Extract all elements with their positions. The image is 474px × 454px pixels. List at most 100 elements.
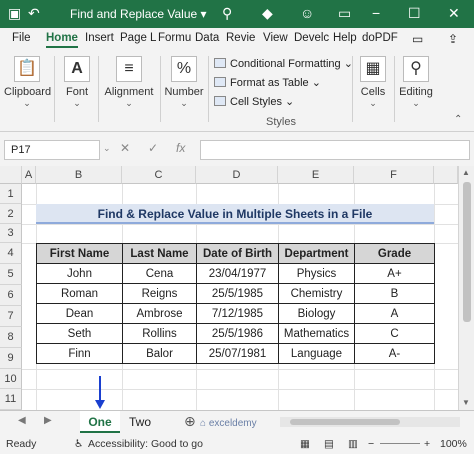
table-cell[interactable]: Physics [278, 263, 355, 284]
row-header-2[interactable]: 2 [0, 204, 22, 224]
table-cell[interactable]: Cena [122, 263, 197, 284]
next-sheet-icon[interactable]: ▶ [44, 415, 52, 426]
save-icon[interactable]: ▣ [8, 5, 21, 22]
share-icon[interactable]: ⇪ [448, 32, 458, 46]
table-cell[interactable]: Biology [278, 303, 355, 324]
editing-group[interactable]: ⚲ Editing ⌄ [398, 54, 434, 109]
table-cell[interactable]: Rollins [122, 323, 197, 344]
formula-input[interactable] [200, 140, 470, 160]
scroll-down-icon[interactable]: ▼ [462, 398, 470, 407]
row-header-1[interactable]: 1 [0, 184, 22, 204]
tab-data[interactable]: Data [195, 32, 219, 44]
format-as-table-button[interactable]: Format as Table ⌄ [214, 76, 321, 89]
worksheet-grid[interactable]: A B C D E F 1 2 3 4 5 6 7 8 9 10 11 Find… [0, 166, 458, 410]
column-header-e[interactable]: E [278, 166, 354, 184]
prev-sheet-icon[interactable]: ◀ [18, 415, 26, 426]
conditional-formatting-button[interactable]: Conditional Formatting ⌄ [214, 57, 353, 70]
comments-icon[interactable]: ▭ [412, 32, 423, 46]
header-department[interactable]: Department [278, 243, 355, 264]
vertical-scroll-thumb[interactable] [463, 182, 471, 322]
tab-home[interactable]: Home [46, 32, 78, 48]
table-cell[interactable]: John [36, 263, 123, 284]
page-layout-view-icon[interactable]: ▤ [324, 438, 334, 450]
page-break-view-icon[interactable]: ▥ [348, 438, 358, 450]
tab-page-layout[interactable]: Page L [120, 32, 156, 44]
table-cell[interactable]: B [354, 283, 435, 304]
zoom-slider[interactable] [380, 443, 420, 444]
fx-icon[interactable]: fx [176, 141, 185, 155]
vertical-scrollbar[interactable]: ▲ ▼ [458, 166, 474, 410]
table-cell[interactable]: 25/5/1986 [196, 323, 279, 344]
column-header-a[interactable]: A [22, 166, 36, 184]
header-last-name[interactable]: Last Name [122, 243, 197, 264]
number-group[interactable]: % Number ⌄ [164, 54, 204, 109]
tab-developer[interactable]: Develc [294, 32, 329, 44]
column-header-d[interactable]: D [196, 166, 278, 184]
name-box[interactable]: P17 [4, 140, 100, 160]
tab-help[interactable]: Help [333, 32, 357, 44]
table-cell[interactable]: A+ [354, 263, 435, 284]
add-sheet-icon[interactable]: ⊕ [184, 413, 196, 430]
ribbon-display-icon[interactable]: ▭ [338, 5, 351, 22]
clipboard-group[interactable]: 📋 Clipboard ⌄ [4, 54, 51, 109]
tab-insert[interactable]: Insert [85, 32, 114, 44]
table-cell[interactable]: 7/12/1985 [196, 303, 279, 324]
table-cell[interactable]: 25/07/1981 [196, 343, 279, 364]
column-header-c[interactable]: C [122, 166, 196, 184]
table-cell[interactable]: A [354, 303, 435, 324]
zoom-level[interactable]: 100% [440, 438, 467, 450]
minimize-icon[interactable]: − [372, 5, 380, 21]
row-header-9[interactable]: 9 [0, 348, 22, 369]
row-header-3[interactable]: 3 [0, 224, 22, 243]
row-header-7[interactable]: 7 [0, 306, 22, 327]
table-cell[interactable]: Roman [36, 283, 123, 304]
scroll-up-icon[interactable]: ▲ [462, 168, 470, 177]
row-header-11[interactable]: 11 [0, 389, 22, 410]
search-icon[interactable]: ⚲ [222, 5, 232, 22]
horizontal-scrollbar[interactable] [280, 417, 460, 427]
table-cell[interactable]: Language [278, 343, 355, 364]
sheet-title-cell[interactable]: Find & Replace Value in Multiple Sheets … [36, 204, 434, 224]
tab-formulas[interactable]: Formu [158, 32, 191, 44]
horizontal-scroll-thumb[interactable] [290, 419, 400, 425]
sheet-tab-two[interactable]: Two [122, 411, 158, 433]
enter-icon[interactable]: ✓ [148, 141, 158, 155]
tab-dopdf[interactable]: doPDF [362, 32, 398, 44]
header-first-name[interactable]: First Name [36, 243, 123, 264]
close-icon[interactable]: ✕ [448, 5, 460, 22]
table-cell[interactable]: 25/5/1985 [196, 283, 279, 304]
sheet-tab-one[interactable]: One [80, 411, 120, 433]
zoom-out-icon[interactable]: − [368, 438, 374, 450]
column-header-f[interactable]: F [354, 166, 434, 184]
select-all-corner[interactable] [0, 166, 22, 184]
row-header-8[interactable]: 8 [0, 327, 22, 348]
cancel-icon[interactable]: ✕ [120, 141, 130, 155]
user-icon[interactable]: ☺ [300, 5, 314, 21]
row-header-10[interactable]: 10 [0, 369, 22, 389]
cells-group[interactable]: ▦ Cells ⌄ [356, 54, 390, 109]
table-cell[interactable]: 23/04/1977 [196, 263, 279, 284]
accessibility-status[interactable]: Accessibility: Good to go [88, 438, 203, 450]
row-header-6[interactable]: 6 [0, 285, 22, 306]
table-cell[interactable]: Ambrose [122, 303, 197, 324]
tab-view[interactable]: View [263, 32, 288, 44]
collapse-ribbon-icon[interactable]: ⌃ [454, 114, 462, 125]
diamond-icon[interactable]: ◆ [262, 5, 273, 22]
table-cell[interactable]: Chemistry [278, 283, 355, 304]
table-cell[interactable]: Mathematics [278, 323, 355, 344]
undo-icon[interactable]: ↶ [28, 5, 40, 22]
table-cell[interactable]: Seth [36, 323, 123, 344]
tab-file[interactable]: File [12, 32, 31, 44]
name-box-chevron-icon[interactable]: ⌄ [103, 143, 111, 154]
tab-review[interactable]: Revie [226, 32, 255, 44]
alignment-group[interactable]: ≡ Alignment ⌄ [104, 54, 154, 109]
normal-view-icon[interactable]: ▦ [300, 438, 310, 450]
header-date-of-birth[interactable]: Date of Birth [196, 243, 279, 264]
header-grade[interactable]: Grade [354, 243, 435, 264]
table-cell[interactable]: Dean [36, 303, 123, 324]
row-header-5[interactable]: 5 [0, 264, 22, 285]
cell-styles-button[interactable]: Cell Styles ⌄ [214, 95, 294, 108]
column-header-b[interactable]: B [36, 166, 122, 184]
maximize-icon[interactable]: ☐ [408, 5, 421, 22]
row-header-4[interactable]: 4 [0, 243, 22, 264]
